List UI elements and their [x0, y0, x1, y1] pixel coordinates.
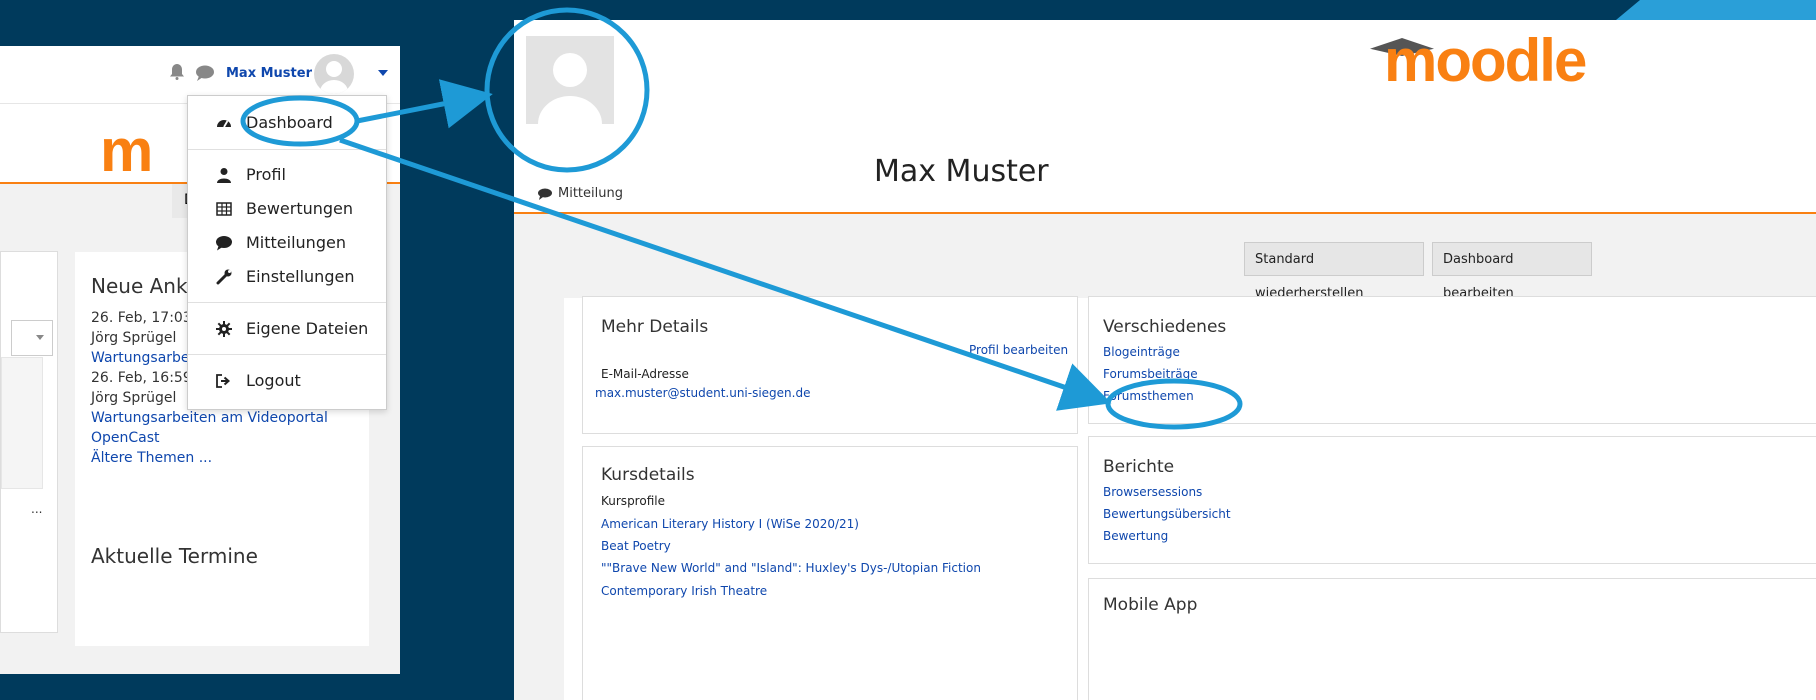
chat-icon[interactable] [196, 65, 214, 81]
menu-divider [188, 149, 386, 150]
avatar-placeholder-icon [538, 53, 602, 124]
menu-item-einstellungen[interactable]: Einstellungen [188, 260, 386, 294]
right-screenshot: moodle Max Muster Mitteilung Standard wi… [514, 20, 1816, 700]
user-icon [217, 168, 231, 183]
forum-posts-link[interactable]: Forumsbeiträge [1103, 367, 1198, 381]
upcoming-events-block: Aktuelle Termine [75, 526, 369, 646]
edit-profile-link[interactable]: Profil bearbeiten [969, 343, 1068, 357]
chat-icon [216, 236, 232, 251]
news-link[interactable]: Wartungsarbei [91, 350, 193, 366]
misc-card: Verschiedenes Blogeinträge Forumsbeiträg… [1088, 296, 1816, 424]
table-icon [216, 202, 232, 216]
course-link[interactable]: Beat Poetry [601, 539, 671, 553]
news-link[interactable]: Wartungsarbeiten am Videoportal [91, 410, 328, 426]
mobile-app-card: Mobile App [1088, 578, 1816, 700]
older-topics-link[interactable]: Ältere Themen ... [91, 450, 212, 466]
grade-link[interactable]: Bewertung [1103, 529, 1168, 543]
menu-item-label: Mitteilungen [246, 233, 346, 252]
grades-overview-link[interactable]: Bewertungsübersicht [1103, 507, 1231, 521]
news-line: 26. Feb, 17:03 [91, 310, 192, 326]
avatar-placeholder-icon [320, 61, 348, 94]
course-link[interactable]: American Literary History I (WiSe 2020/2… [601, 517, 859, 531]
chat-icon [538, 188, 552, 200]
course-card [1, 357, 43, 489]
menu-item-label: Einstellungen [246, 267, 355, 286]
card-title: Berichte [1103, 457, 1175, 477]
card-title: Mobile App [1103, 595, 1198, 615]
decor-strip [1616, 0, 1816, 20]
profile-picture[interactable] [526, 36, 614, 124]
more-icon[interactable]: ... [31, 502, 42, 516]
email-link[interactable]: max.muster@student.uni-siegen.de [595, 386, 810, 400]
dashboard-icon [217, 120, 231, 128]
news-line: Jörg Sprügel [91, 390, 177, 406]
menu-item-label: Logout [246, 371, 301, 390]
menu-item-mitteilungen[interactable]: Mitteilungen [188, 226, 386, 260]
user-name[interactable]: Max Muster [226, 66, 312, 81]
card-title: Mehr Details [601, 317, 709, 337]
card-title: Verschiedenes [1103, 317, 1227, 337]
blog-entries-link[interactable]: Blogeinträge [1103, 345, 1180, 359]
course-overview-block: ... [0, 251, 58, 633]
email-label: E-Mail-Adresse [601, 367, 689, 381]
moodle-logo: m [100, 117, 153, 184]
menu-divider [188, 302, 386, 303]
news-line: 26. Feb, 16:59 [91, 370, 192, 386]
gear-icon [216, 321, 232, 337]
forum-topics-link[interactable]: Forumsthemen [1103, 389, 1194, 403]
menu-item-dashboard[interactable]: Dashboard [188, 106, 386, 140]
menu-divider [188, 354, 386, 355]
news-link[interactable]: OpenCast [91, 430, 160, 446]
edit-dashboard-button[interactable]: Dashboard bearbeiten [1432, 242, 1592, 301]
user-full-name: Max Muster [874, 154, 1049, 189]
menu-item-bewertungen[interactable]: Bewertungen [188, 192, 386, 226]
course-details-card: Kursdetails Kursprofile American Literar… [582, 446, 1078, 700]
browser-sessions-link[interactable]: Browsersessions [1103, 485, 1202, 499]
course-link[interactable]: ""Brave New World" and "Island": Huxley'… [601, 561, 981, 575]
message-link[interactable]: Mitteilung [558, 186, 623, 201]
avatar[interactable] [314, 54, 354, 94]
menu-item-label: Bewertungen [246, 199, 354, 218]
menu-item-label: Profil [246, 165, 286, 184]
course-profiles-label: Kursprofile [601, 494, 665, 508]
menu-item-logout[interactable]: Logout [188, 364, 386, 398]
chevron-down-icon[interactable] [378, 70, 388, 76]
wrench-icon [216, 269, 232, 285]
reset-dashboard-button[interactable]: Standard wiederherstellen [1244, 242, 1424, 301]
menu-item-profil[interactable]: Profil [188, 158, 386, 192]
bell-icon[interactable] [170, 64, 184, 80]
logout-icon [216, 374, 231, 388]
menu-item-eigene-dateien[interactable]: Eigene Dateien [188, 312, 386, 346]
card-title: Kursdetails [601, 465, 695, 485]
news-line: Jörg Sprügel [91, 330, 177, 346]
upcoming-events-title: Aktuelle Termine [91, 544, 258, 568]
user-menu: Dashboard Profil Bewertungen Mitteilunge… [187, 95, 387, 410]
moodle-logo: moodle [1384, 27, 1587, 94]
more-details-card: Mehr Details Profil bearbeiten E-Mail-Ad… [582, 296, 1078, 434]
profile-header: moodle Max Muster Mitteilung [514, 20, 1816, 214]
reports-card: Berichte Browsersessions Bewertungsübers… [1088, 436, 1816, 564]
menu-item-label: Dashboard [246, 113, 333, 132]
menu-item-label: Eigene Dateien [246, 319, 369, 338]
filter-dropdown[interactable] [11, 320, 53, 356]
course-link[interactable]: Contemporary Irish Theatre [601, 584, 767, 598]
news-title: Neue Ankü [91, 274, 200, 298]
